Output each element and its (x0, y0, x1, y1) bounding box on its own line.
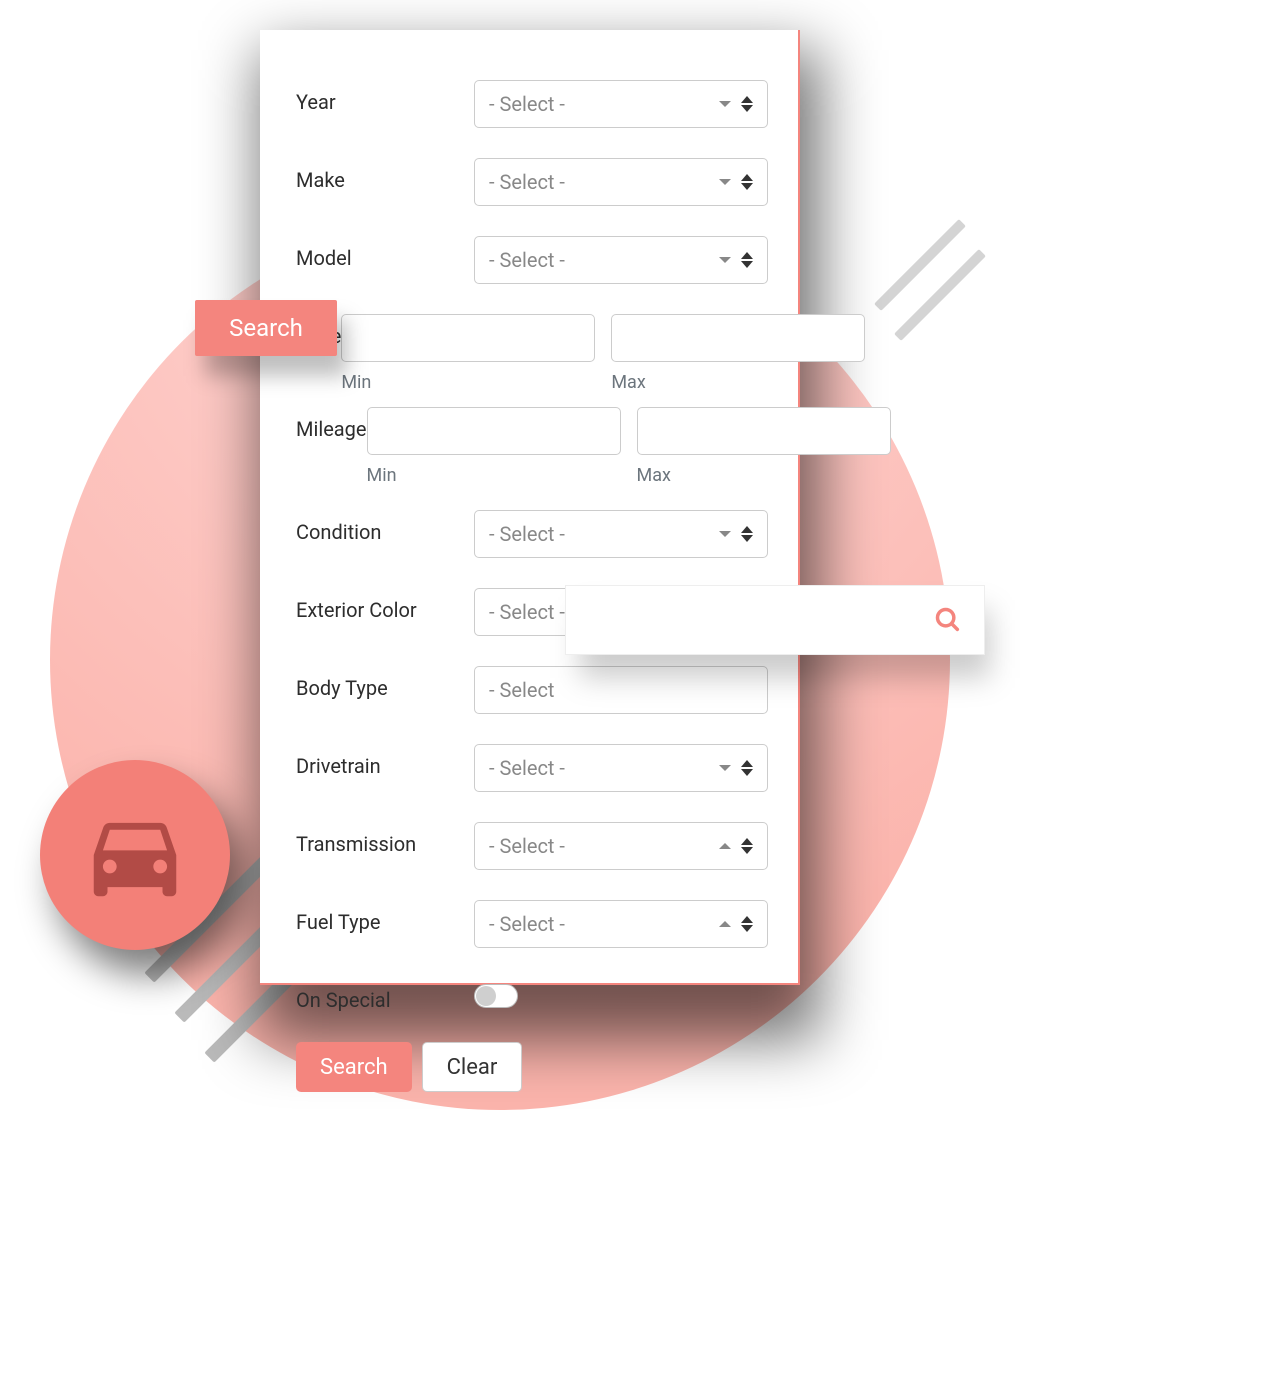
chevron-up-icon (719, 921, 731, 927)
field-condition: Condition - Select - (296, 510, 768, 558)
field-price: Price Min Max (296, 314, 768, 393)
model-label: Model (296, 236, 474, 270)
sort-icon (741, 760, 753, 776)
year-select[interactable]: - Select - (474, 80, 768, 128)
model-select-placeholder: - Select - (489, 248, 719, 272)
fuel-type-label: Fuel Type (296, 900, 474, 934)
mileage-min-label: Min (367, 465, 621, 486)
mileage-max-input[interactable] (637, 407, 891, 455)
year-select-placeholder: - Select - (489, 92, 719, 116)
fuel-type-select[interactable]: - Select - (474, 900, 768, 948)
search-pill: Search (195, 300, 337, 356)
search-form-card: Year - Select - Make - Select - Model - … (260, 30, 800, 985)
sort-icon (741, 174, 753, 190)
chevron-down-icon (719, 765, 731, 771)
condition-label: Condition (296, 510, 474, 544)
price-min-input[interactable] (341, 314, 595, 362)
transmission-label: Transmission (296, 822, 474, 856)
condition-select[interactable]: - Select - (474, 510, 768, 558)
chevron-down-icon (719, 257, 731, 263)
field-on-special: On Special (296, 978, 768, 1012)
drivetrain-select-placeholder: - Select - (489, 756, 719, 780)
sort-icon (741, 252, 753, 268)
sort-icon (741, 526, 753, 542)
chevron-up-icon (719, 843, 731, 849)
drivetrain-label: Drivetrain (296, 744, 474, 778)
drivetrain-select[interactable]: - Select - (474, 744, 768, 792)
on-special-toggle[interactable] (474, 984, 518, 1008)
price-min-label: Min (341, 372, 595, 393)
toggle-knob (476, 986, 496, 1006)
field-year: Year - Select - (296, 80, 768, 128)
field-make: Make - Select - (296, 158, 768, 206)
car-icon (80, 800, 190, 910)
model-select[interactable]: - Select - (474, 236, 768, 284)
condition-select-placeholder: - Select - (489, 522, 719, 546)
field-drivetrain: Drivetrain - Select - (296, 744, 768, 792)
sort-icon (741, 96, 753, 112)
body-type-select-placeholder: - Select (489, 678, 753, 702)
search-pill-label: Search (229, 314, 303, 342)
chevron-down-icon (719, 101, 731, 107)
button-row: Search Clear (296, 1042, 768, 1092)
mileage-max-label: Max (637, 465, 891, 486)
clear-button[interactable]: Clear (422, 1042, 523, 1092)
field-mileage: Mileage Min Max (296, 407, 768, 486)
search-button[interactable]: Search (296, 1042, 412, 1092)
search-bar-overlay[interactable] (565, 585, 985, 655)
on-special-label: On Special (296, 978, 474, 1012)
fuel-type-select-placeholder: - Select - (489, 912, 719, 936)
make-select[interactable]: - Select - (474, 158, 768, 206)
price-max-label: Max (611, 372, 865, 393)
make-label: Make (296, 158, 474, 192)
search-icon (934, 606, 962, 634)
make-select-placeholder: - Select - (489, 170, 719, 194)
mileage-label: Mileage (296, 407, 367, 441)
transmission-select-placeholder: - Select - (489, 834, 719, 858)
mileage-min-input[interactable] (367, 407, 621, 455)
chevron-down-icon (719, 531, 731, 537)
field-transmission: Transmission - Select - (296, 822, 768, 870)
transmission-select[interactable]: - Select - (474, 822, 768, 870)
chevron-down-icon (719, 179, 731, 185)
field-fuel-type: Fuel Type - Select - (296, 900, 768, 948)
price-max-input[interactable] (611, 314, 865, 362)
year-label: Year (296, 80, 474, 114)
car-badge (40, 760, 230, 950)
field-model: Model - Select - (296, 236, 768, 284)
exterior-color-label: Exterior Color (296, 588, 474, 622)
sort-icon (741, 838, 753, 854)
sort-icon (741, 916, 753, 932)
body-type-label: Body Type (296, 666, 474, 700)
